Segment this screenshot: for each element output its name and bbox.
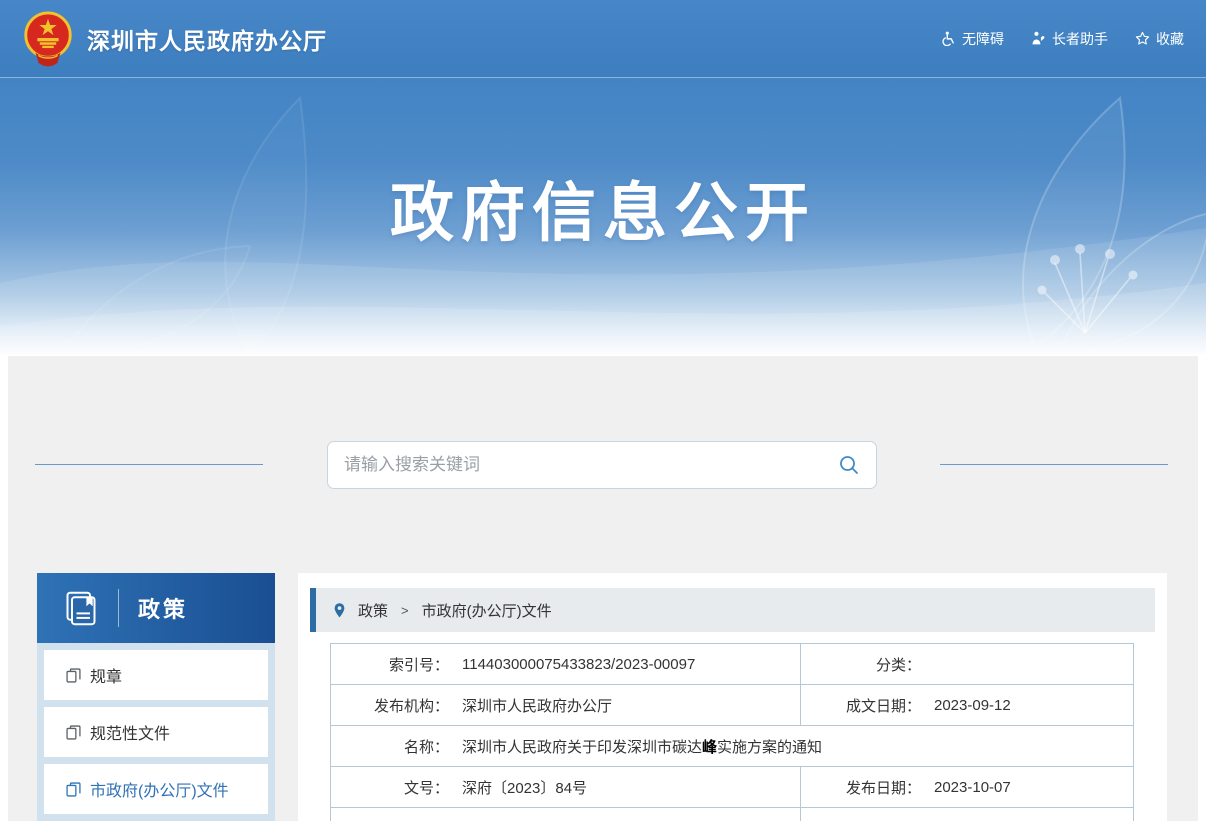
page-title: 政府信息公开: [0, 162, 1206, 254]
document-name-label: 名称：: [331, 736, 449, 757]
index-number-value: 114403000075433823/2023-00097: [462, 656, 695, 673]
sidebar-header-divider: [118, 589, 119, 627]
doc-number-cell: 文号： 深府〔2023〕84号: [331, 777, 800, 798]
table-row: [331, 808, 1134, 821]
sidebar-item-label: 市政府(办公厅)文件: [90, 777, 229, 801]
sidebar-item-label: 规范性文件: [90, 720, 170, 744]
document-icon: [66, 668, 81, 683]
document-name-value: 深圳市人民政府关于印发深圳市碳达峰实施方案的通知: [462, 736, 822, 757]
site-title: 深圳市人民政府办公厅: [87, 22, 327, 56]
hero-banner: 政府信息公开: [0, 78, 1206, 356]
page: 深圳市人民政府办公厅 无障碍 长者助手: [0, 0, 1206, 821]
document-icon: [66, 782, 81, 797]
table-row: 名称： 深圳市人民政府关于印发深圳市碳达峰实施方案的通知: [331, 726, 1134, 767]
table-row: 文号： 深府〔2023〕84号 发布日期： 2023-10-07: [331, 767, 1134, 808]
main-content-panel: 政策 > 市政府(办公厅)文件 索引号： 114403000075433823/…: [298, 573, 1167, 821]
document-name-cell: 名称： 深圳市人民政府关于印发深圳市碳达峰实施方案的通知: [331, 736, 1133, 757]
breadcrumb-separator-icon: >: [401, 603, 409, 618]
top-header-bar: 深圳市人民政府办公厅 无障碍 长者助手: [0, 0, 1206, 78]
sidebar-menu: 规章 规范性文件 市政府(办公厅)文件: [37, 643, 275, 821]
publisher-label: 发布机构：: [331, 695, 449, 716]
elder-assist-label: 长者助手: [1052, 29, 1108, 49]
publish-date-label: 发布日期：: [801, 777, 921, 798]
elder-assist-icon: [1031, 31, 1046, 46]
location-pin-icon: [333, 602, 346, 619]
breadcrumb-current: 市政府(办公厅)文件: [422, 600, 552, 621]
breadcrumb-root[interactable]: 政策: [358, 600, 388, 621]
doc-number-value: 深府〔2023〕84号: [462, 777, 587, 798]
wheelchair-icon: [941, 31, 956, 46]
keyword-highlight: 峰: [702, 739, 717, 756]
sidebar-item-normative-documents[interactable]: 规范性文件: [44, 707, 268, 757]
breadcrumb: 政策 > 市政府(办公厅)文件: [310, 588, 1155, 632]
table-row: 索引号： 114403000075433823/2023-00097 分类：: [331, 644, 1134, 685]
site-brand[interactable]: 深圳市人民政府办公厅: [22, 10, 327, 68]
table-row: 发布机构： 深圳市人民政府办公厅 成文日期： 2023-09-12: [331, 685, 1134, 726]
national-emblem-logo: [22, 10, 74, 68]
document-metadata-table: 索引号： 114403000075433823/2023-00097 分类： 发…: [330, 643, 1134, 821]
written-date-value: 2023-09-12: [934, 697, 1011, 714]
publish-date-cell: 发布日期： 2023-10-07: [801, 777, 1133, 798]
doc-number-label: 文号：: [331, 777, 449, 798]
search-input[interactable]: [344, 455, 838, 475]
category-label: 分类：: [801, 654, 921, 675]
accessibility-link[interactable]: 无障碍: [941, 29, 1004, 49]
top-utility-links: 无障碍 长者助手 收藏: [941, 29, 1184, 49]
category-cell: 分类：: [801, 654, 1133, 675]
publisher-cell: 发布机构： 深圳市人民政府办公厅: [331, 695, 800, 716]
index-number-cell: 索引号： 114403000075433823/2023-00097: [331, 654, 800, 675]
accessibility-label: 无障碍: [962, 29, 1004, 49]
index-number-label: 索引号：: [331, 654, 449, 675]
sidebar-item-municipal-government-documents[interactable]: 市政府(办公厅)文件: [44, 764, 268, 814]
policy-sidebar: 政策 规章 规范性文件: [37, 573, 275, 821]
elder-assist-link[interactable]: 长者助手: [1031, 29, 1108, 49]
search-box: [327, 441, 877, 489]
star-icon: [1135, 31, 1150, 46]
publish-date-value: 2023-10-07: [934, 779, 1011, 796]
sidebar-item-regulations[interactable]: 规章: [44, 650, 268, 700]
written-date-label: 成文日期：: [801, 695, 921, 716]
search-icon: [838, 454, 860, 476]
written-date-cell: 成文日期： 2023-09-12: [801, 695, 1133, 716]
search-left-divider: [35, 464, 263, 465]
sidebar-title: 政策: [138, 592, 188, 624]
publisher-value: 深圳市人民政府办公厅: [462, 695, 612, 716]
sidebar-header: 政策: [37, 573, 275, 643]
favorite-link[interactable]: 收藏: [1135, 29, 1184, 49]
document-icon: [66, 725, 81, 740]
search-button[interactable]: [838, 454, 860, 476]
breadcrumb-accent-bar: [310, 588, 316, 632]
search-right-divider: [940, 464, 1168, 465]
favorite-label: 收藏: [1156, 29, 1184, 49]
book-icon: [63, 590, 99, 626]
sidebar-item-label: 规章: [90, 663, 122, 687]
